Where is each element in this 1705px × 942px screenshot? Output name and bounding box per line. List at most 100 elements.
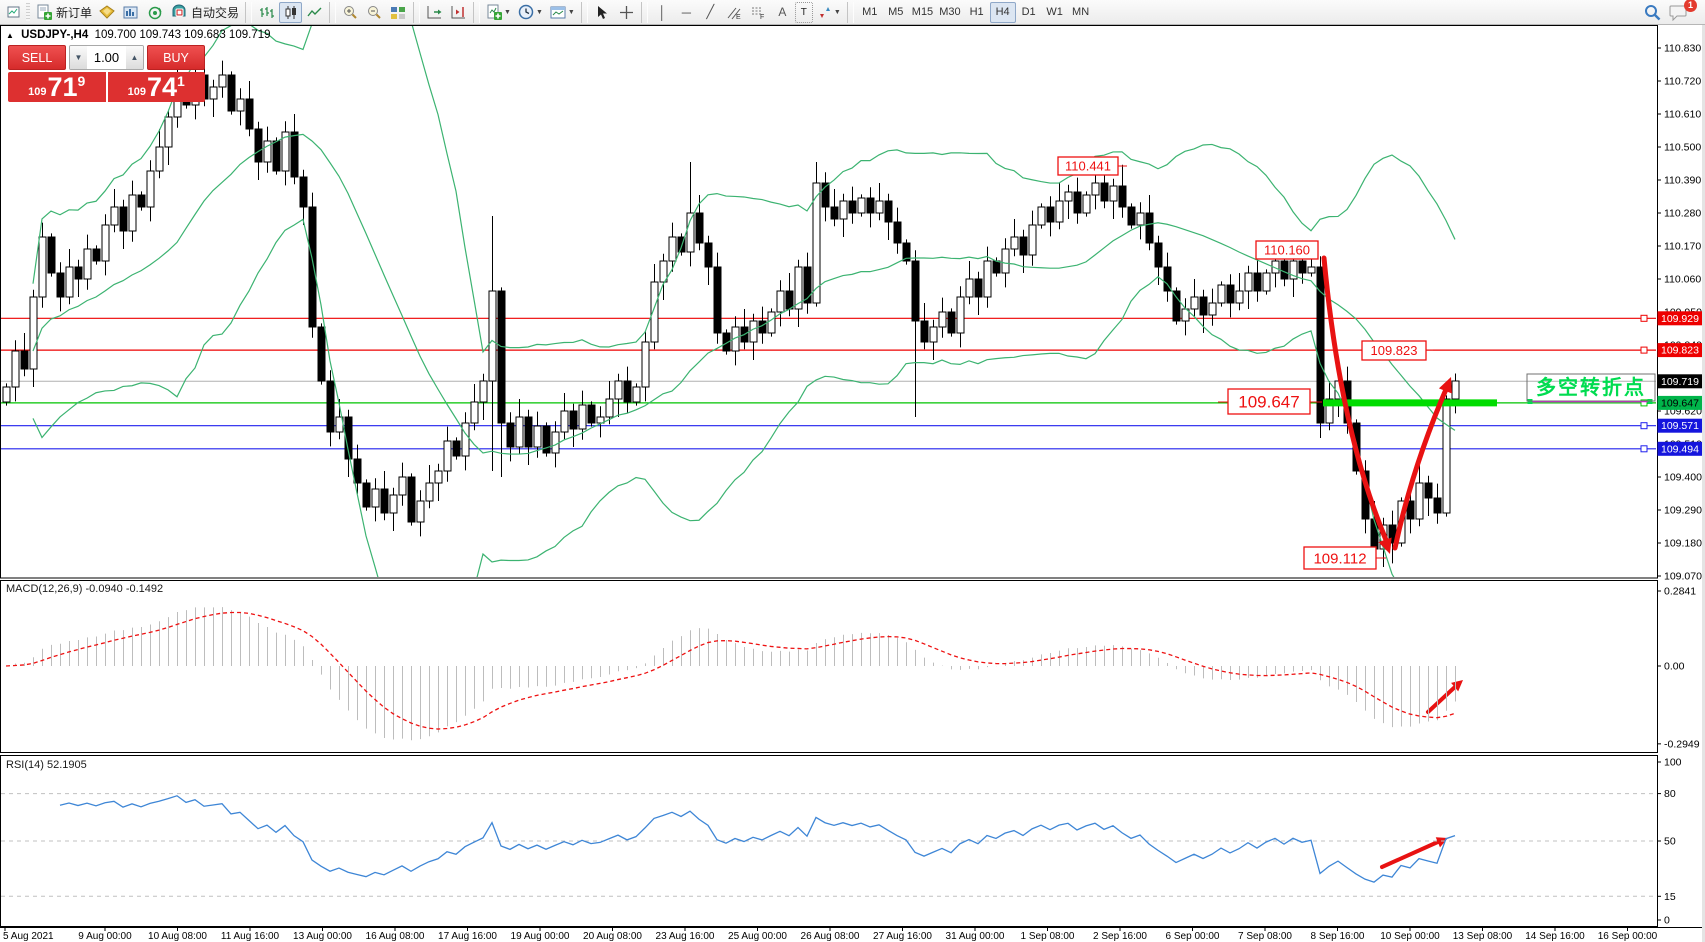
candle-chart-button[interactable] (279, 2, 302, 23)
channel-button[interactable]: E (723, 2, 746, 23)
timeframe-m15[interactable]: M15 (909, 2, 936, 23)
hline-handle[interactable] (1641, 347, 1647, 353)
toolbar-grip (26, 3, 30, 21)
time-axis-label: 20 Aug 08:00 (583, 931, 642, 942)
timeframe-m30[interactable]: M30 (936, 2, 963, 23)
time-axis-label: 5 Aug 2021 (3, 931, 54, 942)
price-badge-text: 109.823 (1661, 345, 1699, 357)
toolbar: 新订单 自动交易 ▼ ▼ ▼ │ ─ ╱ E F A T ▼ (0, 0, 1705, 25)
crosshair-button[interactable] (615, 2, 638, 23)
separator (581, 2, 588, 23)
timeframe-w1[interactable]: W1 (1042, 2, 1068, 23)
new-chart-icon[interactable] (0, 2, 23, 23)
new-order-button[interactable]: 新订单 (33, 2, 95, 23)
trendline-button[interactable]: ╱ (699, 2, 722, 23)
rsi-scale-label: 100 (1664, 757, 1682, 769)
time-axis-label: 13 Aug 00:00 (293, 931, 352, 942)
buy-price-sup: 1 (177, 72, 185, 89)
market-watch-icon (99, 5, 116, 20)
periods-button[interactable]: ▼ (515, 2, 546, 23)
chart-shift-icon (450, 5, 467, 20)
timeframe-h1[interactable]: H1 (964, 2, 990, 23)
price-badge-text: 109.494 (1661, 443, 1699, 455)
separator (473, 2, 480, 23)
price-tick-label: 110.830 (1664, 43, 1701, 55)
signals-button[interactable] (144, 2, 167, 23)
time-axis-label: 1 Sep 08:00 (1021, 931, 1075, 942)
sell-button[interactable]: SELL (8, 45, 66, 70)
dropdown-icon: ▼ (834, 9, 841, 16)
cursor-icon (595, 5, 609, 20)
zoom-in-button[interactable] (339, 2, 362, 23)
text-tool-button[interactable]: A (771, 2, 794, 23)
tile-windows-icon (390, 5, 407, 20)
svg-text:F: F (760, 14, 764, 20)
tile-windows-button[interactable] (387, 2, 410, 23)
hline-handle[interactable] (1641, 315, 1647, 321)
timeframe-m1[interactable]: M1 (857, 2, 883, 23)
chart-shift-button[interactable] (447, 2, 470, 23)
timeframe-m5[interactable]: M5 (883, 2, 909, 23)
templates-button[interactable]: ▼ (547, 2, 578, 23)
rsi-label: RSI(14) 52.1905 (6, 759, 87, 771)
market-watch-button[interactable] (96, 2, 119, 23)
time-axis-label: 27 Aug 16:00 (873, 931, 932, 942)
pivot-note-text: 多空转折点 (1536, 375, 1646, 399)
indicators-button[interactable]: ▼ (483, 2, 514, 23)
data-window-button[interactable] (120, 2, 143, 23)
zoom-out-button[interactable] (363, 2, 386, 23)
autotrading-icon (171, 4, 188, 20)
crosshair-icon (619, 5, 634, 20)
symbol-name: USDJPY-,H4 (21, 29, 88, 41)
search-button[interactable] (1641, 2, 1665, 23)
time-axis-label: 23 Aug 16:00 (656, 931, 715, 942)
price-scale[interactable]: 110.830110.720110.610110.500110.390110.2… (1657, 43, 1705, 583)
buy-price[interactable]: 109 74 1 (108, 72, 206, 102)
horizontal-line-button[interactable]: ─ (675, 2, 698, 23)
timeframe-d1[interactable]: D1 (1016, 2, 1042, 23)
volume-increase-button[interactable]: ▲ (126, 46, 143, 69)
notifications-button[interactable]: 1 (1666, 2, 1691, 23)
chart-canvas[interactable]: 多空转折点110.441110.160109.823109.647109.112… (0, 0, 1705, 942)
hline-handle[interactable] (1641, 423, 1647, 429)
fibonacci-icon: F (750, 5, 766, 20)
zoom-out-icon (366, 4, 383, 20)
notification-badge: 1 (1684, 0, 1697, 12)
macd-scale-label: 0.00 (1664, 661, 1685, 673)
time-axis-label: 16 Sep 00:00 (1598, 931, 1658, 942)
time-axis-label: 2 Sep 16:00 (1093, 931, 1147, 942)
time-axis-label: 8 Sep 16:00 (1311, 931, 1365, 942)
time-axis-label: 16 Aug 08:00 (366, 931, 425, 942)
price-tick-label: 110.610 (1664, 109, 1701, 121)
sell-price[interactable]: 109 71 9 (8, 72, 106, 102)
price-tick-label: 110.060 (1664, 274, 1701, 286)
clock-icon (518, 4, 535, 20)
collapse-icon[interactable]: ▲ (6, 31, 14, 40)
fibonacci-button[interactable]: F (747, 2, 770, 23)
price-badge-text: 109.571 (1661, 420, 1699, 432)
bar-chart-button[interactable] (255, 2, 278, 23)
indicators-icon (486, 4, 503, 20)
timeframe-h4[interactable]: H4 (990, 2, 1016, 23)
volume-decrease-button[interactable]: ▼ (70, 46, 87, 69)
autotrading-button[interactable]: 自动交易 (168, 2, 242, 23)
hline-handle[interactable] (1641, 446, 1647, 452)
label-tool-button[interactable]: T (795, 2, 813, 23)
sell-price-prefix: 109 (28, 86, 46, 102)
price-callout-text: 109.112 (1313, 550, 1366, 567)
macd-label: MACD(12,26,9) -0.0940 -0.1492 (6, 583, 163, 595)
vertical-line-button[interactable]: │ (651, 2, 674, 23)
timeframe-mn[interactable]: MN (1068, 2, 1094, 23)
price-tick-label: 109.180 (1664, 538, 1702, 550)
cursor-button[interactable] (591, 2, 614, 23)
time-axis-label: 10 Sep 00:00 (1380, 931, 1440, 942)
arrows-tool-button[interactable]: ▼ (814, 2, 844, 23)
dropdown-icon: ▼ (568, 9, 575, 16)
line-chart-button[interactable] (303, 2, 326, 23)
auto-scroll-button[interactable] (423, 2, 446, 23)
zoom-in-icon (342, 4, 359, 20)
auto-scroll-icon (426, 5, 443, 20)
volume-input[interactable] (87, 46, 126, 69)
dropdown-icon: ▼ (536, 9, 543, 16)
buy-button[interactable]: BUY (147, 45, 205, 70)
